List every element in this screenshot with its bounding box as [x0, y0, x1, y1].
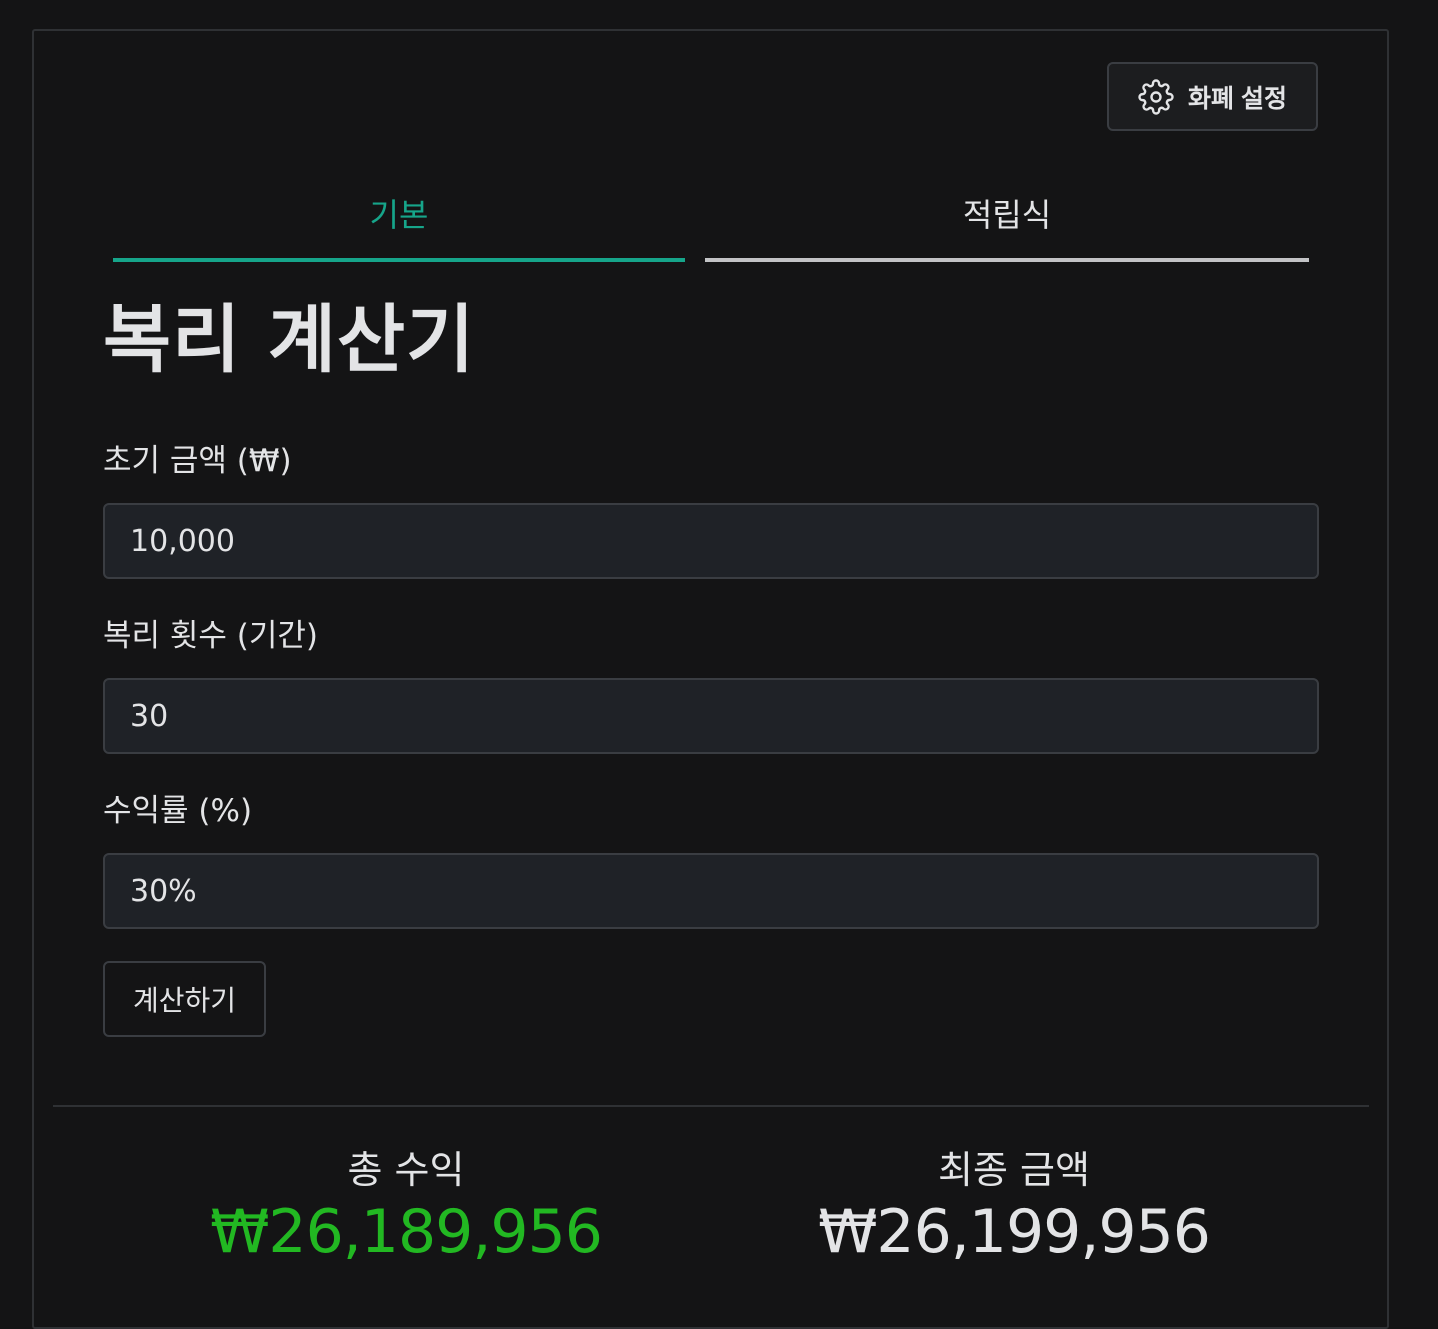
- tab-installment-label: 적립식: [962, 196, 1052, 234]
- compound-count-label: 복리 횟수 (기간): [103, 618, 319, 654]
- total-profit-result: 총 수익 ₩26,189,956: [96, 1148, 716, 1267]
- gear-icon: [1138, 78, 1174, 115]
- initial-amount-input[interactable]: [103, 503, 1319, 579]
- compound-count-input[interactable]: [103, 678, 1319, 754]
- tab-basic-label: 기본: [369, 196, 429, 234]
- rate-label: 수익률 (%): [103, 793, 253, 829]
- page-title: 복리 계산기: [103, 297, 476, 383]
- calculate-button[interactable]: 계산하기: [103, 961, 266, 1037]
- currency-settings-button[interactable]: 화폐 설정: [1107, 62, 1318, 131]
- results-divider: [53, 1105, 1369, 1107]
- initial-amount-label: 초기 금액 (₩): [103, 443, 292, 479]
- tab-basic[interactable]: 기본: [113, 180, 685, 262]
- tab-installment[interactable]: 적립식: [705, 180, 1309, 262]
- final-amount-value: ₩26,199,956: [818, 1196, 1211, 1267]
- total-profit-value: ₩26,189,956: [210, 1196, 603, 1267]
- rate-input[interactable]: [103, 853, 1319, 929]
- currency-settings-label: 화폐 설정: [1188, 84, 1287, 113]
- final-amount-result: 최종 금액 ₩26,199,956: [704, 1148, 1324, 1267]
- total-profit-label: 총 수익: [347, 1148, 465, 1192]
- final-amount-label: 최종 금액: [938, 1148, 1090, 1192]
